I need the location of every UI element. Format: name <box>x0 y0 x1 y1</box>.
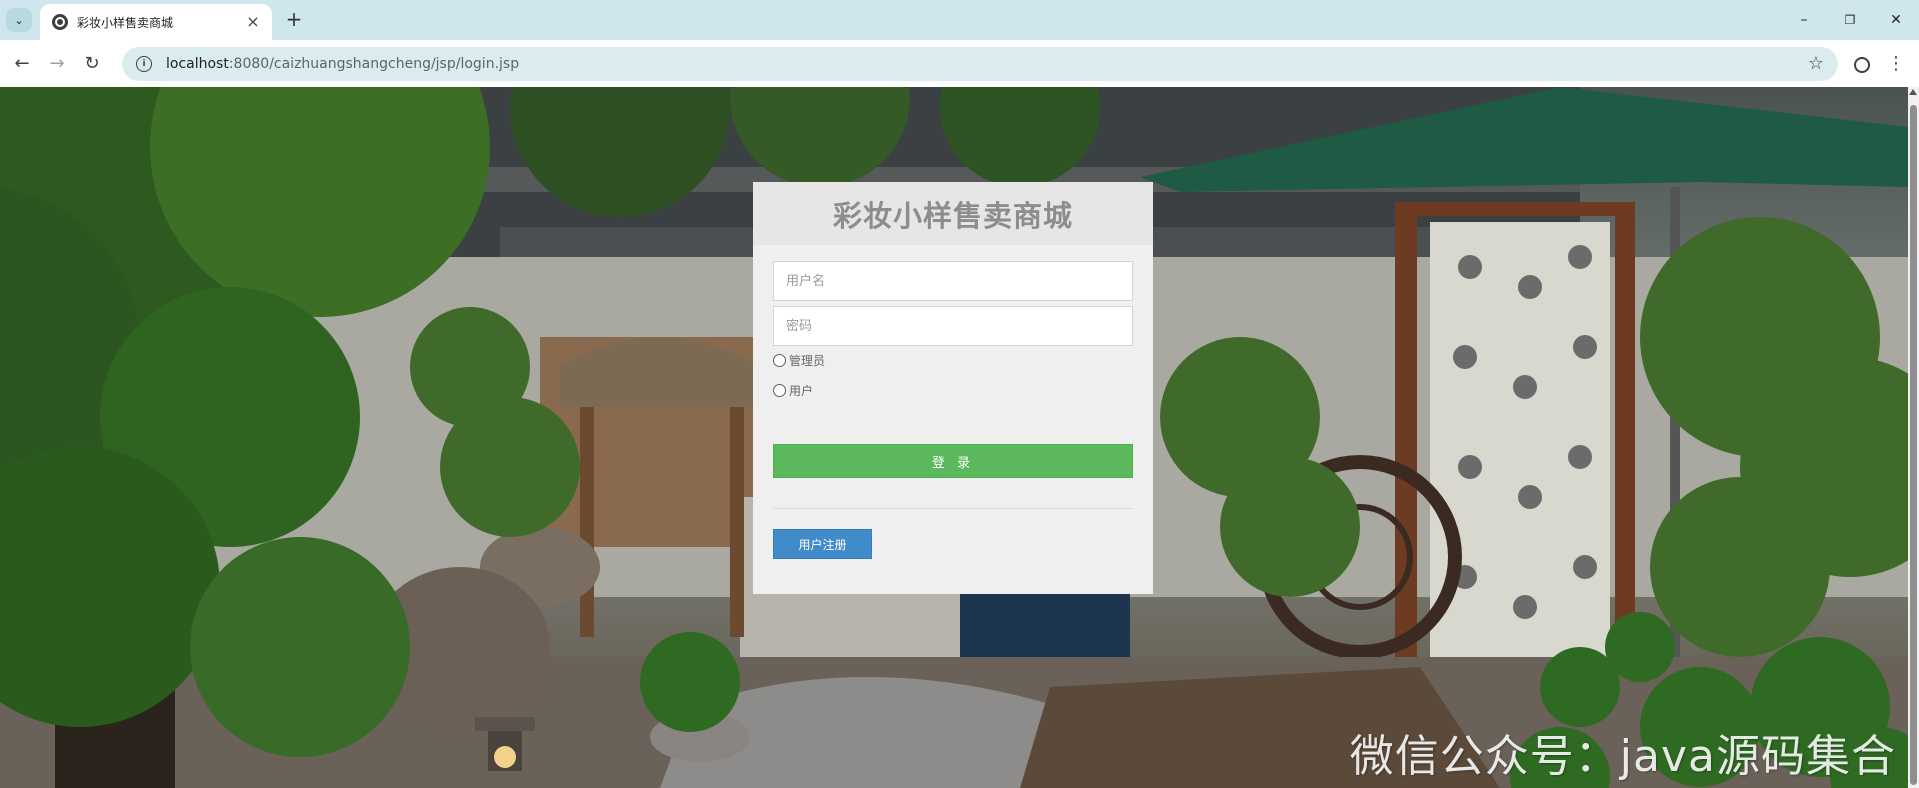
password-input[interactable] <box>773 306 1133 346</box>
close-tab-icon[interactable]: × <box>244 13 262 31</box>
close-window-button[interactable]: ✕ <box>1873 6 1919 34</box>
panel-divider <box>773 508 1133 509</box>
reload-button[interactable]: ↻ <box>78 50 106 78</box>
scrollbar-thumb[interactable] <box>1910 105 1917 785</box>
role-option-admin[interactable]: 管理员 <box>773 352 825 369</box>
url-host: localhost <box>166 56 229 72</box>
browser-tab-strip: ⌄ 彩妆小样售卖商城 × + – ❐ ✕ <box>0 0 1919 40</box>
bookmark-star-icon[interactable]: ☆ <box>1808 53 1824 74</box>
tab-search-button[interactable]: ⌄ <box>6 8 32 32</box>
chevron-down-icon: ⌄ <box>14 13 24 27</box>
admin-radio-label: 管理员 <box>789 354 826 368</box>
login-panel: 彩妆小样售卖商城 管理员 用户 登 录 用户注册 <box>753 182 1153 594</box>
login-button[interactable]: 登 录 <box>773 444 1133 478</box>
watermark-text: 微信公众号：java源码集合 <box>1349 731 1896 782</box>
profile-icon <box>1854 56 1870 73</box>
tab-title: 彩妆小样售卖商城 <box>77 15 174 30</box>
admin-radio[interactable] <box>773 354 786 367</box>
page-scrollbar[interactable] <box>1908 87 1919 788</box>
site-title: 彩妆小样售卖商城 <box>832 198 1073 233</box>
browser-toolbar: ← → ↻ i localhost:8080/caizhuangshangche… <box>0 40 1919 87</box>
back-button[interactable]: ← <box>8 50 36 78</box>
username-input[interactable] <box>773 261 1133 301</box>
minimize-button[interactable]: – <box>1781 6 1827 34</box>
globe-icon <box>52 14 68 30</box>
new-tab-button[interactable]: + <box>282 8 306 32</box>
forward-button[interactable]: → <box>43 50 71 78</box>
register-button[interactable]: 用户注册 <box>773 529 872 559</box>
address-bar[interactable]: i localhost:8080/caizhuangshangcheng/jsp… <box>122 47 1838 81</box>
profile-button[interactable] <box>1848 50 1876 78</box>
page-viewport: 彩妆小样售卖商城 管理员 用户 登 录 用户注册 微信公众号：java源码集合 <box>0 87 1908 788</box>
url-text[interactable]: localhost:8080/caizhuangshangcheng/jsp/l… <box>166 56 519 72</box>
user-radio[interactable] <box>773 384 786 397</box>
restore-button[interactable]: ❐ <box>1827 6 1873 34</box>
scroll-up-arrow-icon[interactable] <box>1909 89 1917 95</box>
url-path: :8080/caizhuangshangcheng/jsp/login.jsp <box>228 56 520 72</box>
login-header: 彩妆小样售卖商城 <box>753 182 1153 245</box>
info-icon[interactable]: i <box>136 56 152 72</box>
role-option-user[interactable]: 用户 <box>773 382 813 399</box>
user-radio-label: 用户 <box>789 384 814 398</box>
browser-tab[interactable]: 彩妆小样售卖商城 × <box>40 4 272 40</box>
menu-button[interactable]: ⋮ <box>1882 50 1910 78</box>
